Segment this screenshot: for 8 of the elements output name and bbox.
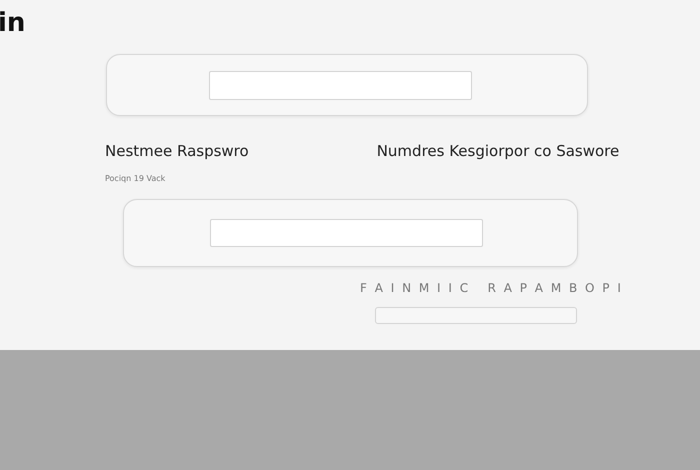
hint-text: Pociqn 19 Vack bbox=[105, 174, 166, 183]
input-field[interactable] bbox=[209, 70, 472, 100]
field-caption: F A I N M I I C R A P A M B O P I bbox=[360, 281, 623, 295]
page-title: in bbox=[0, 8, 26, 38]
field-label: Nestmee Raspswro bbox=[105, 142, 249, 160]
input-field[interactable] bbox=[210, 219, 483, 247]
field-label: Numdres Kesgiorpor co Saswore bbox=[376, 142, 620, 160]
input-field[interactable] bbox=[375, 307, 577, 324]
